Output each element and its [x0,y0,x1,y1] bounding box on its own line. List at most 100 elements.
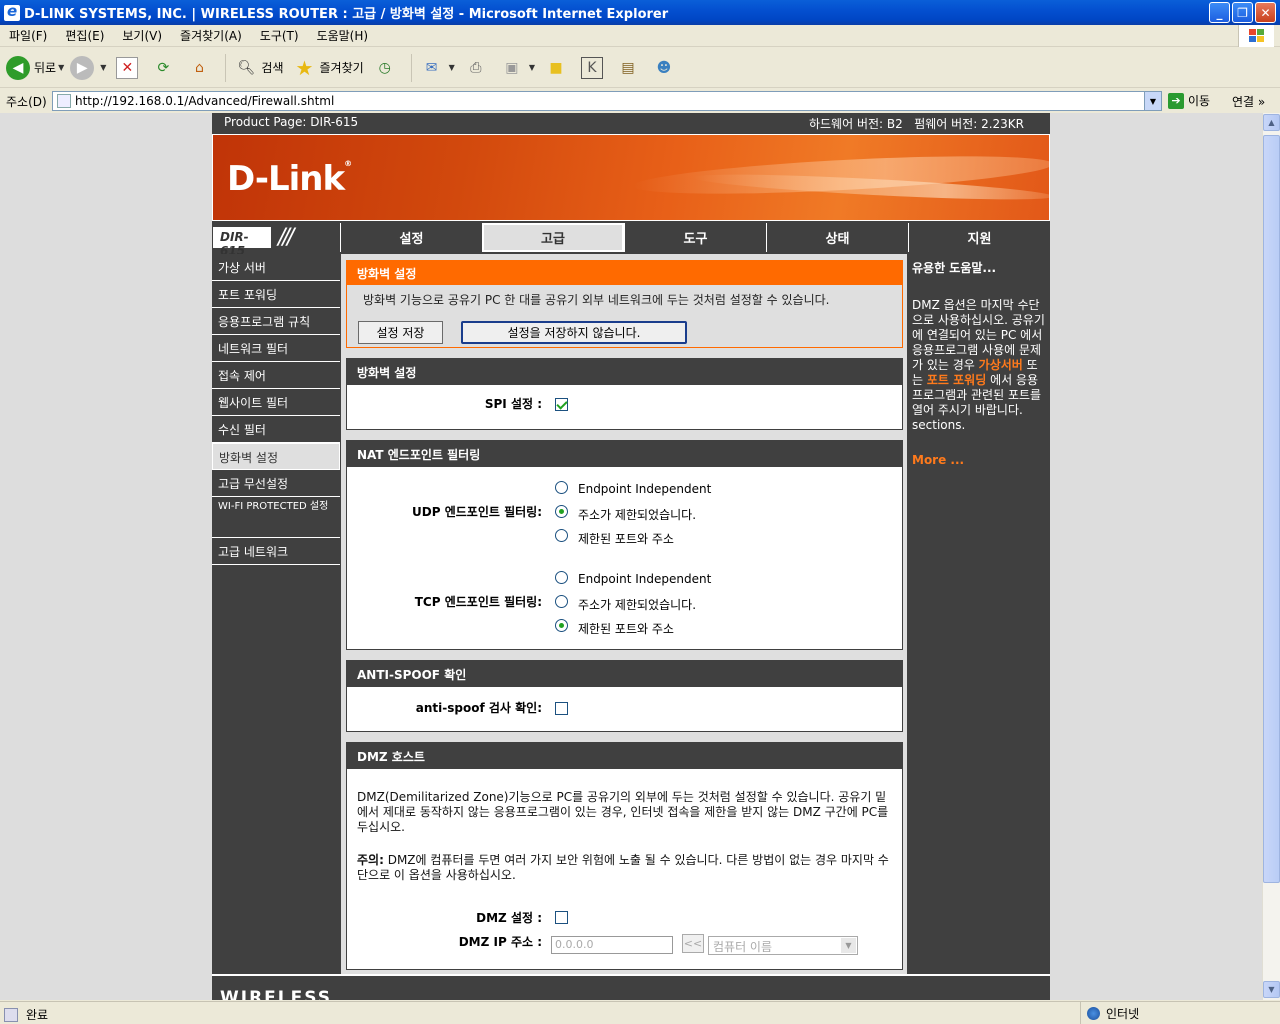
dlink-logo: D-Link® [227,159,352,199]
forward-button[interactable]: ▶ ▼ [70,55,106,80]
nav-wifi-protected[interactable]: WI-FI PROTECTED 설정 [212,497,340,538]
intro-description: 방화벽 기능으로 공유기 PC 한 대를 공유기 외부 네트워크에 두는 것처럼… [363,293,830,307]
forward-arrow-icon: ▶ [70,55,95,80]
links-button[interactable]: 연결 » [1232,93,1265,110]
address-input[interactable]: http://192.168.0.1/Advanced/Firewall.sht… [52,91,1162,111]
security-zone: 인터넷 [1080,1002,1280,1024]
nav-advanced-wireless[interactable]: 고급 무선설정 [212,470,340,497]
zone-text: 인터넷 [1106,1006,1140,1021]
nav-application-rules[interactable]: 응용프로그램 규칙 [212,308,340,335]
menu-edit[interactable]: 편집(E) [56,27,113,44]
go-button[interactable]: ➔ 이동 [1168,92,1210,109]
version-text: 하드웨어 버전: B2 펌웨어 버전: 2.23KR [808,117,1024,131]
port-forwarding-link[interactable]: 포트 포워딩 [927,373,986,387]
back-button[interactable]: ◀ 뒤로 ▼ [6,55,64,80]
edit-icon[interactable]: ▣ [501,57,523,79]
forward-dropdown-icon[interactable]: ▼ [100,63,106,72]
scrollbar-thumb[interactable] [1263,135,1280,883]
antispoof-checkbox[interactable] [555,702,568,715]
refresh-icon[interactable]: ⟳ [152,57,174,79]
dmz-enable-label: DMZ 설정 : [476,911,542,925]
address-dropdown-icon[interactable]: ▼ [1144,92,1161,110]
home-icon[interactable]: ⌂ [188,57,210,79]
save-settings-button[interactable]: 설정 저장 [358,321,443,344]
dmz-warning-label: 주의: [357,853,384,867]
tcp-address-restricted-radio[interactable] [555,595,568,608]
dmz-enable-checkbox[interactable] [555,911,568,924]
tab-advanced[interactable]: 고급 [482,223,624,252]
menu-help[interactable]: 도움말(H) [308,27,378,44]
search-icon: 🔍︎ [237,59,256,76]
history-icon[interactable]: ◷ [374,57,396,79]
star-icon: ★ [295,55,314,80]
model-name: DIR-615 [213,227,271,258]
more-link[interactable]: More ... [912,453,1046,467]
mail-icon[interactable]: ✉ [421,57,443,79]
nav-website-filter[interactable]: 웹사이트 필터 [212,389,340,416]
computer-name-select[interactable]: 컴퓨터 이름 ▼ [708,936,858,955]
page-icon [57,94,71,108]
antispoof-section-title: ANTI-SPOOF 확인 [347,661,902,687]
search-label: 검색 [261,61,284,75]
left-nav: 가상 서버 포트 포워딩 응용프로그램 규칙 네트워크 필터 접속 제어 웹사이… [212,254,340,1000]
back-arrow-icon: ◀ [6,55,30,80]
spi-checkbox[interactable] [555,398,568,411]
scroll-down-icon[interactable]: ▼ [1263,981,1280,998]
research-icon[interactable]: ▤ [617,57,639,79]
virtual-server-link[interactable]: 가상서버 [979,358,1023,372]
udp-port-address-restricted-radio[interactable] [555,529,568,542]
menu-favorites[interactable]: 즐겨찾기(A) [171,27,251,44]
copy-computer-button[interactable]: << [682,934,704,953]
antispoof-label: anti-spoof 검사 확인: [415,701,542,715]
dmz-description: DMZ(Demilitarized Zone)기능으로 PC를 공유기의 외부에… [357,790,889,834]
dont-save-button[interactable]: 설정을 저장하지 않습니다. [461,321,687,344]
udp-filter-label: UDP 엔드포인트 필터링: [412,505,542,519]
tcp-option-label: Endpoint Independent [578,572,712,586]
tab-setup[interactable]: 설정 [340,223,482,252]
nav-inbound-filter[interactable]: 수신 필터 [212,416,340,443]
nav-port-forwarding[interactable]: 포트 포워딩 [212,281,340,308]
nav-access-control[interactable]: 접속 제어 [212,362,340,389]
udp-address-restricted-radio[interactable] [555,505,568,518]
model-badge: DIR-615 /// [212,223,340,258]
scroll-up-icon[interactable]: ▲ [1263,114,1280,131]
close-button[interactable]: ✕ [1255,2,1276,23]
stop-icon[interactable]: ✕ [116,56,139,79]
search-button[interactable]: 🔍︎ 검색 [231,57,284,79]
address-url[interactable]: http://192.168.0.1/Advanced/Firewall.sht… [75,94,1144,108]
main-content: 방화벽 설정 방화벽 기능으로 공유기 PC 한 대를 공유기 외부 네트워크에… [341,254,907,1000]
address-bar: 주소(D) http://192.168.0.1/Advanced/Firewa… [0,89,1280,113]
k-icon[interactable]: K [580,56,603,79]
spi-label: SPI 설정 : [484,397,542,411]
tab-status[interactable]: 상태 [766,223,908,252]
menu-tools[interactable]: 도구(T) [251,27,308,44]
nav-advanced-network[interactable]: 고급 네트워크 [212,538,340,565]
status-text: 완료 [26,1008,49,1022]
nav-network-filter[interactable]: 네트워크 필터 [212,335,340,362]
nav-virtual-server[interactable]: 가상 서버 [212,254,340,281]
dmz-ip-input[interactable]: 0.0.0.0 [551,936,673,954]
menu-view[interactable]: 보기(V) [113,27,171,44]
dlink-banner: D-Link® [212,134,1050,221]
minimize-button[interactable]: _ [1209,2,1230,23]
menu-file[interactable]: 파일(F) [0,27,56,44]
windows-flag-icon [1238,25,1274,47]
favorites-button[interactable]: ★ 즐겨찾기 [290,55,364,80]
messenger-icon[interactable]: ☻ [653,57,675,79]
firewall-section-title: 방화벽 설정 [347,359,902,385]
back-dropdown-icon[interactable]: ▼ [58,63,64,72]
nav-firewall-settings[interactable]: 방화벽 설정 [212,443,340,470]
tab-tools[interactable]: 도구 [624,223,766,252]
tcp-port-address-restricted-radio[interactable] [555,619,568,632]
udp-option-label: 제한된 포트와 주소 [578,532,674,546]
tab-support[interactable]: 지원 [908,223,1050,252]
print-icon[interactable]: ⎙ [465,57,487,79]
page-done-icon [4,1007,18,1022]
dmz-host-section: DMZ 호스트 DMZ(Demilitarized Zone)기능으로 PC를 … [346,742,903,970]
tcp-endpoint-independent-radio[interactable] [555,571,568,584]
vertical-scrollbar[interactable]: ▲ ▼ [1262,113,1280,1000]
maximize-button[interactable]: ❐ [1232,2,1253,23]
udp-endpoint-independent-radio[interactable] [555,481,568,494]
note-icon[interactable]: ■ [545,57,567,79]
dmz-ip-label: DMZ IP 주소 : [458,935,542,949]
